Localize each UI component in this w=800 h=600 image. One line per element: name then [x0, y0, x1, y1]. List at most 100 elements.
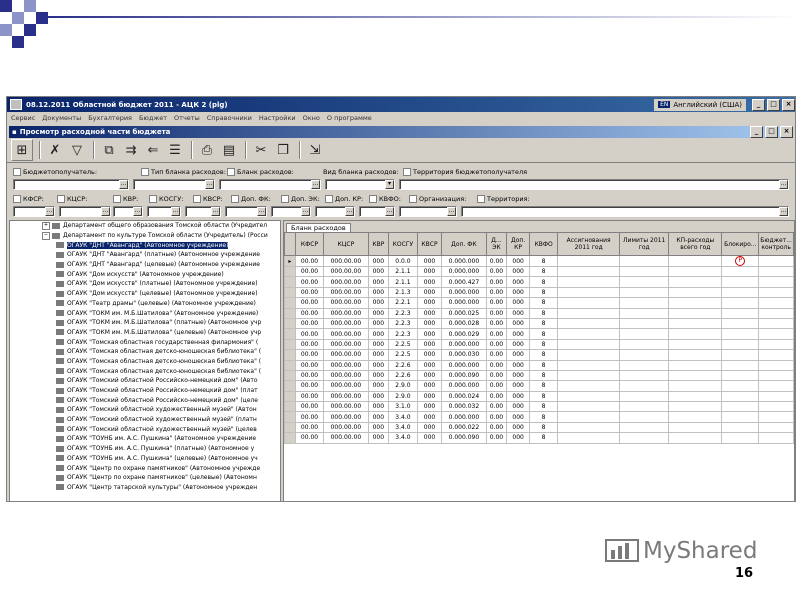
table-row[interactable]: 00.00 000.00.00 000 3.4.0 000 0.000.022 0.00 00…: [284, 421, 794, 434]
kvfo-checkbox[interactable]: [369, 195, 377, 203]
kcsr-checkbox[interactable]: [57, 195, 65, 203]
blank-kind-select[interactable]: ▾: [325, 179, 395, 190]
table-row[interactable]: 00.00 000.00.00 000 2.2.5 000 0.000.000 0.00 00…: [284, 338, 794, 351]
menu-item-about[interactable]: О программе: [327, 114, 372, 122]
tree-item[interactable]: ОГАУК "ТОКМ им. М.Б.Шатилова" (целевые) …: [10, 328, 280, 338]
kfsr-checkbox[interactable]: [13, 195, 21, 203]
tree-item[interactable]: ОГАУК "Томский областной художественный …: [10, 424, 280, 434]
copy-icon[interactable]: ❐: [273, 140, 293, 160]
ek-checkbox[interactable]: [281, 195, 289, 203]
kr-field[interactable]: ...: [315, 206, 355, 217]
column-header[interactable]: КФСР: [294, 232, 325, 256]
blank-field[interactable]: ...: [219, 179, 321, 190]
cut-icon[interactable]: ✂: [251, 140, 271, 160]
org-picker-button[interactable]: ...: [447, 207, 456, 216]
kvsr-picker-button[interactable]: ...: [211, 207, 220, 216]
column-header[interactable]: Д... ЭК: [485, 232, 508, 256]
kvfo-picker-button[interactable]: ...: [385, 207, 394, 216]
tree-item[interactable]: ОГАУК "ТОКМ им. М.Б.Шатилова" (Автономно…: [10, 308, 280, 318]
tree-item[interactable]: ОГАУК "Театр драмы" (целевые) (Автономно…: [10, 299, 280, 309]
menu-item-documents[interactable]: Документы: [42, 114, 81, 122]
column-header[interactable]: Лимиты 2011 год: [619, 232, 670, 256]
tree-item[interactable]: ОГАУК "ДНТ "Авангард" (платные) (Автоном…: [10, 250, 280, 260]
kr-checkbox[interactable]: [325, 195, 333, 203]
blank-type-checkbox[interactable]: [141, 168, 149, 176]
column-header[interactable]: КП-расходы всего год: [668, 232, 723, 256]
territory-field[interactable]: ...: [461, 206, 789, 217]
tree-item[interactable]: ОГАУК "Центр по охране памятников" (целе…: [10, 473, 280, 483]
tree-item[interactable]: ОГАУК "Дом искусств" (платные) (Автономн…: [10, 279, 280, 289]
language-indicator[interactable]: EN Английский (США): [654, 98, 746, 111]
tree-item[interactable]: ОГАУК "Томский областной художественный …: [10, 415, 280, 425]
kcsr-field[interactable]: ...: [59, 206, 111, 217]
report-icon[interactable]: ▤: [219, 140, 239, 160]
column-header[interactable]: Блокиро...: [721, 232, 760, 256]
territory-recipient-picker-button[interactable]: ...: [779, 180, 788, 189]
tree-item[interactable]: ОГАУК "ТОУНБ им. А.С. Пушкина" (платные)…: [10, 444, 280, 454]
kosgu-picker-button[interactable]: ...: [171, 207, 180, 216]
table-row[interactable]: 00.00 000.00.00 000 2.2.3 000 0.000.025 0.00 00…: [284, 307, 794, 319]
table-row[interactable]: 00.00 000.00.00 000 2.2.5 000 0.000.030 0.00 00…: [284, 349, 794, 361]
tree-item[interactable]: ОГАУК "Томская областная детско-юношеска…: [10, 357, 280, 367]
tree-item[interactable]: ОГАУК "Томский областной художественный …: [10, 405, 280, 415]
column-header[interactable]: Ассигнования 2011 год: [557, 232, 621, 256]
kosgu-checkbox[interactable]: [149, 195, 157, 203]
column-header[interactable]: Доп. ФК: [441, 232, 487, 256]
export-icon[interactable]: ⇲: [305, 140, 325, 160]
blank-type-picker-button[interactable]: ...: [205, 180, 214, 189]
fk-picker-button[interactable]: ...: [257, 207, 266, 216]
expand-icon[interactable]: +: [42, 221, 50, 230]
arrow-left-icon[interactable]: ⇐: [143, 140, 163, 160]
menu-item-settings[interactable]: Настройки: [259, 114, 296, 122]
fk-checkbox[interactable]: [231, 195, 239, 203]
recipient-picker-button[interactable]: ...: [119, 180, 128, 189]
menu-item-window[interactable]: Окно: [303, 114, 320, 122]
kvr-picker-button[interactable]: ...: [133, 207, 142, 216]
org-checkbox[interactable]: [409, 195, 417, 203]
table-row[interactable]: 00.00 000.00.00 000 3.4.0 000 0.000.090 0.00 00…: [284, 432, 794, 444]
kr-picker-button[interactable]: ...: [345, 207, 354, 216]
tab-blank-expenses[interactable]: Бланк расходов: [286, 223, 351, 232]
tree-item[interactable]: ОГАУК "ДНТ "Авангард" (Автономное учрежд…: [10, 240, 280, 250]
filter-icon[interactable]: ▽: [67, 140, 87, 160]
kfsr-field[interactable]: ...: [13, 206, 55, 217]
recipient-checkbox[interactable]: [13, 168, 21, 176]
hierarchy-icon[interactable]: ⧉: [99, 140, 119, 160]
tree-item[interactable]: ОГАУК "ТОУНБ им. А.С. Пушкина" (Автономн…: [10, 434, 280, 444]
tree-item[interactable]: ОГАУК "ТОКМ им. М.Б.Шатилова" (платные) …: [10, 318, 280, 328]
ek-field[interactable]: ...: [271, 206, 311, 217]
menu-item-references[interactable]: Справочники: [207, 114, 252, 122]
column-header[interactable]: КВФО: [528, 232, 559, 256]
tree-item[interactable]: ОГАУК "Томский областной Российско-немец…: [10, 395, 280, 405]
column-header[interactable]: Доп. КР: [506, 232, 530, 256]
kcsr-picker-button[interactable]: ...: [101, 207, 110, 216]
tree-item[interactable]: ОГАУК "Центр татарской культуры" (Автоно…: [10, 483, 280, 493]
kvfo-field[interactable]: ...: [359, 206, 395, 217]
menu-item-reports[interactable]: Отчеты: [174, 114, 200, 122]
list-icon[interactable]: ☰: [165, 140, 185, 160]
tree-item[interactable]: ОГАУК "Томский областной Российско-немец…: [10, 376, 280, 386]
tree-item[interactable]: + Департамент общего образования Томской …: [10, 221, 280, 231]
menu-item-budget[interactable]: Бюджет: [139, 114, 167, 122]
column-header[interactable]: КЦСР: [323, 232, 369, 256]
column-header[interactable]: КОСГУ: [388, 232, 418, 256]
column-header[interactable]: Бюджет... контроль: [758, 232, 794, 256]
tree-item[interactable]: ОГАУК "Томский областной Российско-немец…: [10, 386, 280, 396]
ek-picker-button[interactable]: ...: [301, 207, 310, 216]
kvr-checkbox[interactable]: [113, 195, 121, 203]
recipient-field[interactable]: ...: [13, 179, 129, 190]
table-row[interactable]: 00.00 000.00.00 000 2.2.3 000 0.000.028 0.00 00…: [284, 317, 794, 330]
territory-recipient-field[interactable]: ...: [399, 179, 789, 190]
tree-item[interactable]: ОГАУК "Центр по охране памятников" (Авто…: [10, 463, 280, 473]
tree-item[interactable]: ОГАУК "Томская областная детско-юношеска…: [10, 366, 280, 376]
clear-filter-icon[interactable]: ✗: [45, 140, 65, 160]
blank-type-field[interactable]: ...: [133, 179, 215, 190]
child-maximize-button[interactable]: □: [765, 126, 778, 138]
blank-picker-button[interactable]: ...: [311, 180, 320, 189]
refresh-view-icon[interactable]: ⊞: [11, 139, 33, 161]
transfer-icon[interactable]: ⇉: [121, 140, 141, 160]
column-header[interactable]: КВР: [367, 232, 390, 256]
tree-item[interactable]: ОГАУК "Дом искусств" (целевые) (Автономн…: [10, 289, 280, 299]
blank-checkbox[interactable]: [227, 168, 235, 176]
table-row[interactable]: 00.00 000.00.00 000 2.9.0 000 0.000.000 0.00 00…: [284, 380, 794, 392]
